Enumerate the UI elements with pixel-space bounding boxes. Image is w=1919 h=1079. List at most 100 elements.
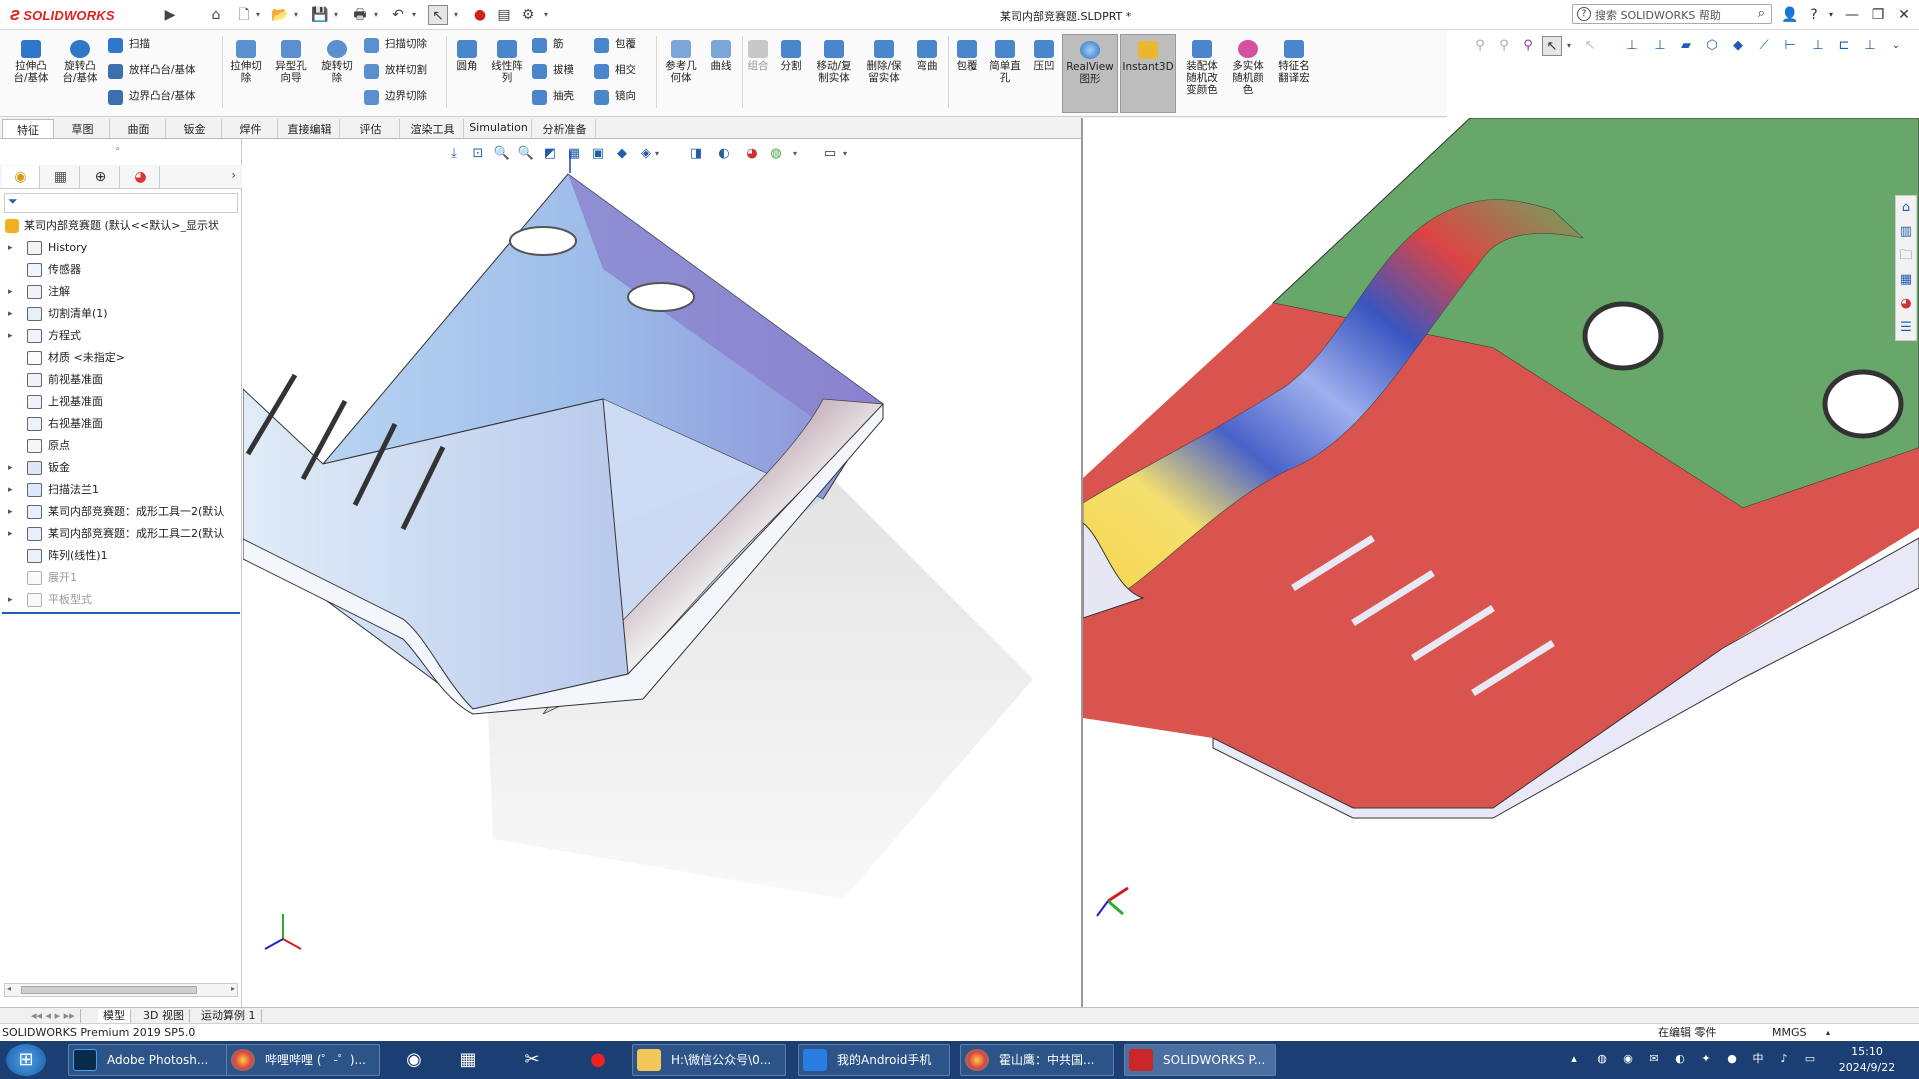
tab-render-tools[interactable]: 渲染工具 — [402, 119, 464, 138]
help-menu-icon[interactable]: ? — [1804, 5, 1824, 25]
mirror-button[interactable]: 镜向 — [594, 90, 636, 105]
tree-item[interactable]: ▸ 扫描法兰1 — [0, 479, 242, 501]
tab-motion-study[interactable]: 运动算例 1 — [196, 1009, 262, 1023]
flex-button[interactable]: 弯曲 — [912, 40, 942, 72]
select-arrow-icon[interactable]: ↖ — [1542, 36, 1562, 56]
display-manager-tab-icon[interactable]: ◕ — [122, 166, 160, 188]
tray-app-2-icon[interactable]: ✦ — [1698, 1051, 1714, 1067]
tree-item[interactable]: 右视基准面 — [0, 413, 242, 435]
close-window-icon[interactable]: ✕ — [1894, 5, 1914, 25]
smart-dimension-icon[interactable]: ⊏ — [1834, 36, 1854, 56]
tab-features[interactable]: 特征 — [2, 119, 54, 138]
open-icon[interactable]: 📂 — [270, 5, 290, 25]
extrude-cut-button[interactable]: 拉伸切 除 — [226, 40, 266, 84]
taskbar-solidworks[interactable]: SOLIDWORKS P... — [1124, 1044, 1276, 1076]
feature-manager-tab-icon[interactable]: ◉ — [2, 166, 40, 188]
tabs-more-icon[interactable]: › — [231, 168, 236, 182]
datum-icon[interactable]: ⊥ — [1860, 36, 1880, 56]
fillet-button[interactable]: 圆角 — [450, 40, 484, 72]
tree-item[interactable]: ▸ 某司内部竞赛题：成形工具二2(默认 — [0, 523, 242, 545]
tree-item[interactable]: 前视基准面 — [0, 369, 242, 391]
select-icon[interactable]: ↖ — [428, 5, 448, 25]
indent-button[interactable]: 压凹 — [1028, 40, 1060, 72]
draft-button[interactable]: 拔模 — [532, 64, 574, 79]
tab-sketch[interactable]: 草图 — [56, 119, 110, 138]
open-dropdown-icon[interactable]: ▾ — [292, 5, 300, 25]
start-button[interactable]: ⊞ — [6, 1044, 46, 1076]
user-icon[interactable]: 👤 — [1780, 5, 1800, 25]
extrude-boss-button[interactable]: 拉伸凸 台/基体 — [10, 40, 52, 84]
search-icon[interactable]: ⌕ — [1758, 6, 1765, 21]
help-search-input[interactable]: ? 搜索 SOLIDWORKS 帮助 ⌕ — [1572, 4, 1772, 24]
curves-button[interactable]: 曲线 — [704, 40, 738, 72]
view-cube-icon[interactable]: ⬡ — [1702, 36, 1722, 56]
tree-item[interactable]: 阵列(线性)1 — [0, 545, 242, 567]
expand-menu-icon[interactable]: ▶ — [160, 5, 180, 25]
minimize-window-icon[interactable]: — — [1842, 5, 1862, 25]
sheet-metal-model-left[interactable] — [243, 139, 1081, 1007]
filter-active-icon[interactable]: ⚲ — [1518, 36, 1538, 56]
expand-arrow-icon[interactable]: ▸ — [8, 479, 13, 501]
graphics-area-right[interactable]: ◧ ◨ — ❐ ✕ — [1083, 118, 1919, 1007]
tab-surfaces[interactable]: 曲面 — [112, 119, 166, 138]
realview-graphics-button[interactable]: RealView 图形 — [1062, 34, 1118, 113]
tree-item[interactable]: ▸ 注解 — [0, 281, 242, 303]
undo-icon[interactable]: ↶ — [388, 5, 408, 25]
simple-hole-button[interactable]: 简单直 孔 — [986, 40, 1024, 84]
solidworks-logo[interactable]: ƨ SOLIDWORKS — [10, 4, 152, 28]
tree-item[interactable]: ▸ 钣金 — [0, 457, 242, 479]
home-icon[interactable]: ⌂ — [206, 5, 226, 25]
taskbar-chrome-page[interactable]: 霍山鹰：中共国... — [960, 1044, 1114, 1076]
boundary-cut-button[interactable]: 边界切除 — [364, 90, 427, 105]
tree-item[interactable]: 材质 <未指定> — [0, 347, 242, 369]
taskbar-bilibili[interactable]: 哔哩哔哩 (゜-゜)... — [226, 1044, 380, 1076]
property-manager-tab-icon[interactable]: ▦ — [42, 166, 80, 188]
expand-arrow-icon[interactable]: ▸ — [8, 303, 13, 325]
print-icon[interactable]: 🖶 — [350, 5, 370, 25]
undo-dropdown-icon[interactable]: ▾ — [410, 5, 418, 25]
solidworks-resources-icon[interactable]: ⌂ — [1896, 196, 1916, 220]
taskbar-android-phone[interactable]: 我的Android手机 — [798, 1044, 950, 1076]
expand-arrow-icon[interactable]: ▸ — [8, 237, 13, 259]
pinned-office-icon[interactable]: ▦ — [446, 1044, 490, 1076]
pinned-recorder-icon[interactable]: ● — [576, 1044, 620, 1076]
scrollbar-thumb[interactable] — [21, 986, 197, 994]
tray-expand-icon[interactable]: ▴ — [1566, 1051, 1582, 1067]
tree-item[interactable]: ▸ 切割清单(1) — [0, 303, 242, 325]
wrap-button[interactable]: 包覆 — [594, 38, 636, 53]
tray-app-3-icon[interactable]: ● — [1724, 1051, 1740, 1067]
move-copy-body-button[interactable]: 移动/复 制实体 — [812, 40, 856, 84]
wrap-large-button[interactable]: 包覆 — [952, 40, 982, 72]
custom-properties-icon[interactable]: ☰ — [1896, 316, 1916, 340]
graphics-area-left[interactable]: ⤓ ⊡ 🔍 🔍 ◩ ▦ ▣ ◆ ◈ ▾ ◨ ◐ ◕ ◍ ▾ ▭ ▾ — [243, 139, 1081, 1007]
tree-root-part[interactable]: 某司内部竞赛题 (默认<<默认>_显示状 — [2, 217, 242, 235]
loft-boss-button[interactable]: 放样凸台/基体 — [108, 64, 196, 79]
tab-analysis-prep[interactable]: 分析准备 — [534, 119, 596, 138]
expand-arrow-icon[interactable]: ▸ — [8, 589, 13, 611]
tab-direct-editing[interactable]: 直接编辑 — [280, 119, 340, 138]
delete-keep-body-button[interactable]: 删除/保 留实体 — [862, 40, 906, 84]
appearances-icon[interactable]: ◕ — [1896, 292, 1916, 316]
expand-arrow-icon[interactable]: ▸ — [8, 457, 13, 479]
tab-3d-views[interactable]: 3D 视图 — [138, 1009, 190, 1023]
taskbar-photoshop[interactable]: Adobe Photosh... — [68, 1044, 232, 1076]
design-library-icon[interactable]: ▥ — [1896, 220, 1916, 244]
pinned-app-icon[interactable]: ◉ — [392, 1044, 436, 1076]
tree-item[interactable]: ▸ 方程式 — [0, 325, 242, 347]
unit-system[interactable]: MMGS — [1772, 1024, 1807, 1041]
scroll-right-icon[interactable]: ▸ — [231, 984, 235, 993]
help-dropdown-icon[interactable]: ▾ — [1826, 5, 1836, 25]
linear-pattern-button[interactable]: 线性阵 列 — [488, 40, 526, 84]
rib-button[interactable]: 筋 — [532, 38, 564, 53]
tab-evaluate[interactable]: 评估 — [342, 119, 400, 138]
relation-icon[interactable]: ⊥ — [1808, 36, 1828, 56]
tray-speaker-icon[interactable]: ♪ — [1776, 1051, 1792, 1067]
toolbar-more-icon[interactable]: ⌄ — [1886, 36, 1906, 56]
tree-item[interactable]: 原点 — [0, 435, 242, 457]
sketch-line-icon[interactable]: ⊥ — [1650, 36, 1670, 56]
curve-icon[interactable]: ⟋ — [1754, 36, 1774, 56]
save-icon[interactable]: 💾 — [310, 5, 330, 25]
rollback-bar[interactable] — [2, 612, 240, 614]
tree-item[interactable]: 展开1 — [0, 567, 242, 589]
expand-arrow-icon[interactable]: ▸ — [8, 325, 13, 347]
